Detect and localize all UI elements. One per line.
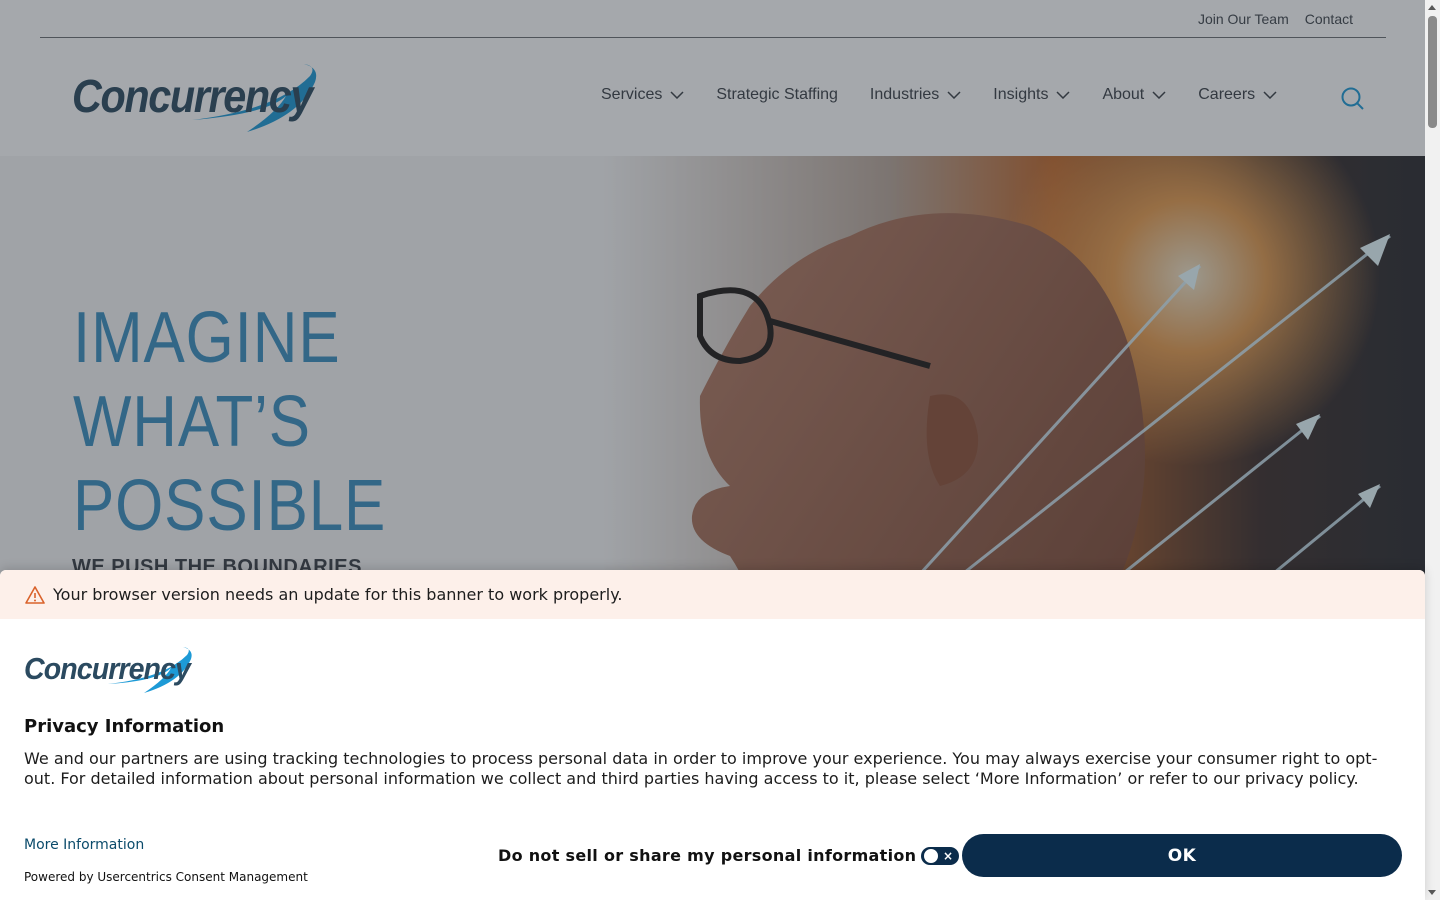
warning-text: Your browser version needs an update for… — [53, 585, 623, 604]
privacy-body: We and our partners are using tracking t… — [24, 749, 1378, 788]
powered-by-text: Powered by Usercentrics Consent Manageme… — [24, 870, 308, 884]
close-icon: × — [943, 848, 954, 863]
ok-button[interactable]: OK — [962, 834, 1402, 877]
warning-icon — [25, 585, 45, 605]
more-information-link[interactable]: More Information — [24, 837, 144, 853]
consent-banner: Your browser version needs an update for… — [0, 570, 1425, 900]
consent-logo: Concurrency — [24, 644, 196, 698]
scroll-down-arrow-icon[interactable] — [1428, 890, 1436, 895]
consent-logo-wordmark: Concurrency — [24, 651, 193, 686]
toggle-knob — [923, 847, 940, 864]
do-not-sell-control: Do not sell or share my personal informa… — [498, 846, 960, 865]
scroll-up-arrow-icon[interactable] — [1428, 5, 1436, 10]
page-scrollbar[interactable] — [1425, 0, 1440, 900]
privacy-title: Privacy Information — [24, 716, 225, 737]
do-not-sell-toggle[interactable]: × — [921, 846, 960, 865]
do-not-sell-label: Do not sell or share my personal informa… — [498, 846, 917, 865]
scrollbar-thumb[interactable] — [1428, 16, 1437, 128]
browser-warning: Your browser version needs an update for… — [0, 570, 1425, 619]
